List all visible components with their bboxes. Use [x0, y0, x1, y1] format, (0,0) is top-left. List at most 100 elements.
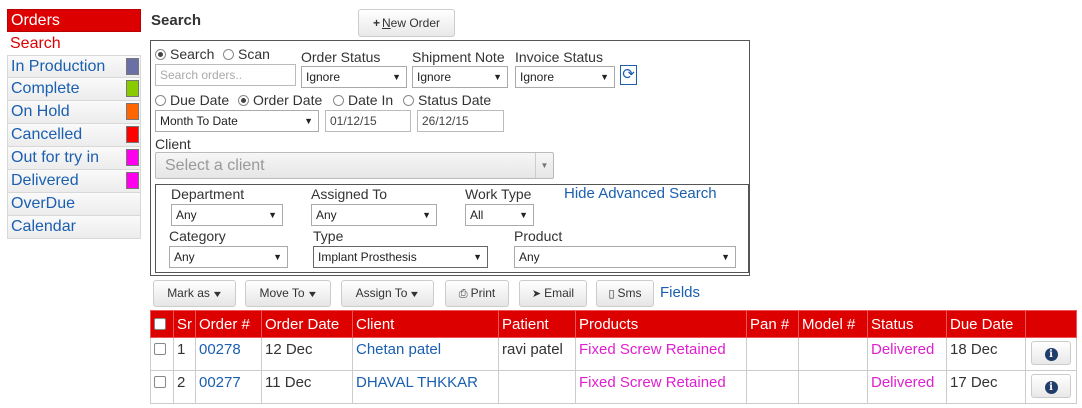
- radio-order-date[interactable]: [238, 95, 249, 106]
- search-mode-scan[interactable]: Scan: [223, 46, 270, 62]
- cell-pan: [746, 370, 799, 404]
- client-label: Client: [155, 136, 191, 152]
- order-status-label: Order Status: [301, 49, 381, 65]
- sidebar-header-orders[interactable]: Orders: [7, 9, 141, 32]
- sidebar-item-cancelled[interactable]: Cancelled: [7, 124, 141, 147]
- move-to-button[interactable]: Move To ▼: [245, 280, 331, 307]
- sidebar-item-calendar[interactable]: Calendar: [7, 216, 141, 239]
- assigned-to-select[interactable]: Any ▼: [311, 204, 437, 226]
- column-header-model[interactable]: Model #: [798, 310, 868, 338]
- sms-button[interactable]: ▯ Sms: [596, 280, 654, 307]
- sidebar-item-out-for-try-in[interactable]: Out for try in: [7, 147, 141, 170]
- cell-status: Delivered: [867, 337, 947, 371]
- radio-search[interactable]: [155, 49, 166, 60]
- search-panel: Search Scan Search orders.. Order Status…: [150, 40, 750, 276]
- status-color-swatch: [126, 126, 139, 143]
- cell-order: 00277: [195, 370, 262, 404]
- date-type-order[interactable]: Order Date: [238, 92, 322, 108]
- product-link[interactable]: Fixed Screw Retained: [579, 341, 726, 358]
- sidebar-item-in-production[interactable]: In Production: [7, 55, 141, 78]
- date-range-select[interactable]: Month To Date ▼: [155, 110, 319, 132]
- search-input[interactable]: Search orders..: [155, 64, 296, 86]
- client-select[interactable]: Select a client ▼: [155, 152, 554, 179]
- department-label: Department: [171, 186, 245, 202]
- row-checkbox[interactable]: [154, 376, 166, 388]
- client-link[interactable]: DHAVAL THKKAR: [356, 374, 478, 391]
- column-header-sr[interactable]: Sr: [173, 310, 196, 338]
- sidebar: Orders Search In Production Complete On …: [7, 9, 141, 239]
- radio-due-date[interactable]: [155, 95, 166, 106]
- cell-client: Chetan patel: [352, 337, 499, 371]
- hide-advanced-search-link[interactable]: Hide Advanced Search: [564, 185, 717, 202]
- department-select[interactable]: Any ▼: [171, 204, 283, 226]
- chevron-down-icon: ▼: [306, 289, 318, 299]
- dropdown-arrow-icon: ▼: [392, 72, 401, 82]
- shipment-note-label: Shipment Note: [412, 49, 505, 65]
- sidebar-item-label: OverDue: [11, 195, 76, 212]
- assign-to-label: Assign To: [355, 286, 408, 300]
- sidebar-item-label: In Production: [11, 58, 106, 75]
- order-status-select[interactable]: Ignore ▼: [301, 66, 407, 88]
- sidebar-item-delivered[interactable]: Delivered: [7, 170, 141, 193]
- column-header-patient[interactable]: Patient: [498, 310, 576, 338]
- date-type-status[interactable]: Status Date: [403, 92, 491, 108]
- invoice-status-select[interactable]: Ignore ▼: [515, 66, 615, 88]
- cell-order-date: 11 Dec: [261, 370, 353, 404]
- status-color-swatch: [126, 58, 139, 75]
- row-checkbox[interactable]: [154, 343, 166, 355]
- column-header-due-date[interactable]: Due Date: [946, 310, 1026, 338]
- cell-due-date: 17 Dec: [946, 370, 1026, 404]
- order-number-link[interactable]: 00278: [199, 341, 241, 358]
- sidebar-item-label: On Hold: [11, 103, 70, 120]
- select-all-checkbox[interactable]: [154, 317, 166, 330]
- mark-as-button[interactable]: Mark as ▼: [153, 280, 236, 307]
- info-button[interactable]: i: [1031, 341, 1071, 365]
- print-button[interactable]: ⎙ Print: [445, 280, 509, 307]
- column-header-pan[interactable]: Pan #: [746, 310, 799, 338]
- print-icon: ⎙: [458, 288, 468, 300]
- radio-scan[interactable]: [223, 49, 234, 60]
- order-number-link[interactable]: 00277: [199, 374, 241, 391]
- cell-pan: [746, 337, 799, 371]
- column-header-actions: [1025, 310, 1077, 338]
- radio-status-date[interactable]: [403, 95, 414, 106]
- column-header-order-date[interactable]: Order Date: [261, 310, 353, 338]
- type-select[interactable]: Implant Prosthesis ▼: [313, 246, 488, 268]
- mobile-icon: ▯: [608, 288, 615, 300]
- radio-date-in[interactable]: [333, 95, 344, 106]
- product-select[interactable]: Any ▼: [514, 246, 736, 268]
- cell-client: DHAVAL THKKAR: [352, 370, 499, 404]
- search-mode-search[interactable]: Search: [155, 46, 214, 62]
- radio-search-label: Search: [170, 46, 215, 62]
- cell-products: Fixed Screw Retained: [575, 370, 747, 404]
- category-value: Any: [174, 250, 195, 264]
- row-select-cell: [150, 337, 174, 371]
- column-header-status[interactable]: Status: [867, 310, 947, 338]
- date-type-due[interactable]: Due Date: [155, 92, 229, 108]
- date-type-in[interactable]: Date In: [333, 92, 393, 108]
- shipment-note-select[interactable]: Ignore ▼: [412, 66, 508, 88]
- new-order-button[interactable]: + New Order: [358, 9, 455, 37]
- sidebar-item-on-hold[interactable]: On Hold: [7, 101, 141, 124]
- client-link[interactable]: Chetan patel: [356, 341, 441, 358]
- date-from-input[interactable]: 01/12/15: [325, 110, 411, 132]
- info-button[interactable]: i: [1031, 374, 1071, 398]
- column-header-products[interactable]: Products: [575, 310, 747, 338]
- dropdown-arrow-icon: ▼: [600, 72, 609, 82]
- sidebar-item-label: Calendar: [11, 218, 76, 235]
- column-header-client[interactable]: Client: [352, 310, 499, 338]
- sidebar-item-overdue[interactable]: OverDue: [7, 193, 141, 216]
- product-link[interactable]: Fixed Screw Retained: [579, 374, 726, 391]
- fields-link[interactable]: Fields: [660, 284, 700, 301]
- refresh-icon[interactable]: ⟳: [620, 65, 637, 85]
- date-to-input[interactable]: 26/12/15: [417, 110, 504, 132]
- sidebar-item-search[interactable]: Search: [7, 32, 141, 55]
- cell-model: [798, 337, 868, 371]
- column-header-order[interactable]: Order #: [195, 310, 262, 338]
- mark-as-label: Mark as: [167, 286, 210, 300]
- category-select[interactable]: Any ▼: [169, 246, 288, 268]
- sidebar-item-complete[interactable]: Complete: [7, 78, 141, 101]
- work-type-select[interactable]: All ▼: [465, 204, 534, 226]
- assign-to-button[interactable]: Assign To ▼: [341, 280, 434, 307]
- email-button[interactable]: ➤ Email: [519, 280, 587, 307]
